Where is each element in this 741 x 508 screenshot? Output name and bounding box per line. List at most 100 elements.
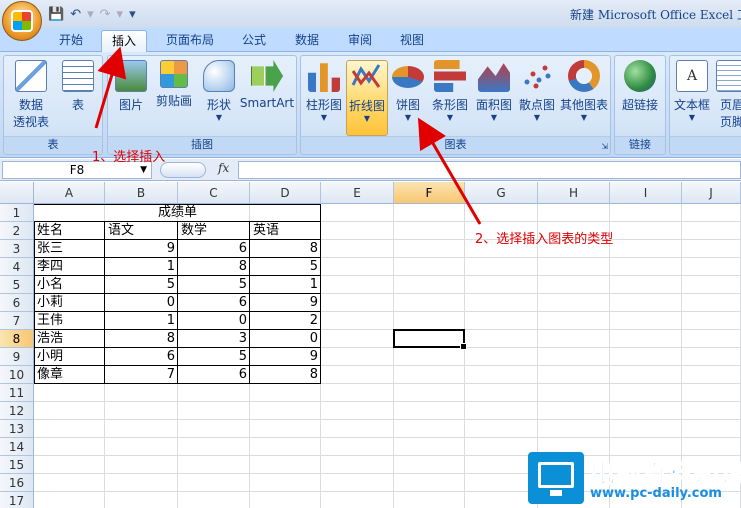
tab-review[interactable]: 审阅 bbox=[338, 30, 382, 52]
column-header-h[interactable]: H bbox=[538, 182, 610, 204]
row-header-1[interactable]: 1 bbox=[0, 204, 34, 222]
tab-insert[interactable]: 插入 bbox=[101, 30, 147, 52]
scatter-chart-button[interactable]: 散点图 ▼ bbox=[516, 60, 558, 132]
line-chart-button[interactable]: 折线图 ▼ bbox=[346, 60, 388, 136]
tab-formulas[interactable]: 公式 bbox=[232, 30, 276, 52]
score-cell[interactable]: 8 bbox=[250, 240, 321, 258]
column-header-b[interactable]: B bbox=[105, 182, 178, 204]
redo-icon[interactable]: ↷ bbox=[100, 7, 111, 22]
score-cell[interactable]: 9 bbox=[250, 348, 321, 366]
name-cell[interactable]: 小名 bbox=[34, 276, 105, 294]
hyperlink-button[interactable]: 超链接 bbox=[617, 60, 663, 132]
score-cell[interactable]: 5 bbox=[105, 276, 178, 294]
column-header-e[interactable]: E bbox=[321, 182, 394, 204]
area-chart-button[interactable]: 面积图 ▼ bbox=[473, 60, 515, 132]
score-cell[interactable]: 1 bbox=[105, 312, 178, 330]
smartart-button[interactable]: SmartArt bbox=[238, 60, 296, 132]
table-button[interactable]: 表 bbox=[58, 60, 98, 132]
row-header-10[interactable]: 10 bbox=[0, 366, 34, 384]
score-cell[interactable]: 8 bbox=[105, 330, 178, 348]
table-header-cell[interactable]: 英语 bbox=[250, 222, 321, 240]
dialog-launcher-icon[interactable]: ⇲ bbox=[601, 142, 608, 151]
table-title-cell[interactable]: 成绩单 bbox=[34, 204, 321, 222]
tab-home[interactable]: 开始 bbox=[48, 30, 94, 52]
tab-view[interactable]: 视图 bbox=[390, 30, 434, 52]
column-header-c[interactable]: C bbox=[178, 182, 250, 204]
header-footer-button[interactable]: 页眉 页脚 bbox=[714, 60, 741, 132]
score-cell[interactable]: 6 bbox=[178, 366, 250, 384]
row-header-5[interactable]: 5 bbox=[0, 276, 34, 294]
score-cell[interactable]: 6 bbox=[105, 348, 178, 366]
insert-function-icon[interactable]: fx bbox=[218, 161, 229, 175]
picture-button[interactable]: 图片 bbox=[112, 60, 150, 132]
row-header-6[interactable]: 6 bbox=[0, 294, 34, 312]
score-cell[interactable]: 5 bbox=[250, 258, 321, 276]
column-header-j[interactable]: J bbox=[682, 182, 741, 204]
column-chart-button[interactable]: 柱形图 ▼ bbox=[303, 60, 345, 132]
bar-chart-button[interactable]: 条形图 ▼ bbox=[428, 60, 472, 132]
row-header-8[interactable]: 8 bbox=[0, 330, 34, 348]
column-header-f[interactable]: F bbox=[394, 182, 465, 204]
score-cell[interactable]: 9 bbox=[250, 294, 321, 312]
office-button[interactable] bbox=[2, 1, 42, 41]
row-header-15[interactable]: 15 bbox=[0, 456, 34, 474]
row-header-17[interactable]: 17 bbox=[0, 492, 34, 508]
name-cell[interactable]: 小明 bbox=[34, 348, 105, 366]
column-header-d[interactable]: D bbox=[250, 182, 321, 204]
row-header-2[interactable]: 2 bbox=[0, 222, 34, 240]
row-header-12[interactable]: 12 bbox=[0, 402, 34, 420]
row-header-3[interactable]: 3 bbox=[0, 240, 34, 258]
row-header-9[interactable]: 9 bbox=[0, 348, 34, 366]
score-cell[interactable]: 2 bbox=[250, 312, 321, 330]
score-cell[interactable]: 6 bbox=[178, 240, 250, 258]
pie-chart-button[interactable]: 饼图 ▼ bbox=[389, 60, 427, 132]
active-cell-cursor[interactable] bbox=[393, 329, 467, 350]
score-cell[interactable]: 7 bbox=[105, 366, 178, 384]
tab-data[interactable]: 数据 bbox=[285, 30, 329, 52]
name-cell[interactable]: 小莉 bbox=[34, 294, 105, 312]
score-cell[interactable]: 0 bbox=[178, 312, 250, 330]
table-header-cell[interactable]: 语文 bbox=[105, 222, 178, 240]
column-header-a[interactable]: A bbox=[34, 182, 105, 204]
pivot-table-button[interactable]: 数据 透视表 bbox=[8, 60, 54, 132]
row-header-7[interactable]: 7 bbox=[0, 312, 34, 330]
shapes-button[interactable]: 形状 ▼ bbox=[200, 60, 238, 132]
undo-dropdown-icon[interactable]: ▾ bbox=[87, 7, 94, 22]
undo-icon[interactable]: ↶ bbox=[70, 7, 81, 22]
row-header-14[interactable]: 14 bbox=[0, 438, 34, 456]
score-cell[interactable]: 9 bbox=[105, 240, 178, 258]
column-header-i[interactable]: I bbox=[610, 182, 682, 204]
score-cell[interactable]: 8 bbox=[178, 258, 250, 276]
formula-input[interactable] bbox=[238, 161, 741, 179]
save-icon[interactable]: 💾 bbox=[48, 7, 64, 22]
row-header-13[interactable]: 13 bbox=[0, 420, 34, 438]
score-cell[interactable]: 0 bbox=[250, 330, 321, 348]
text-box-button[interactable]: A 文本框 ▼ bbox=[672, 60, 712, 132]
other-charts-button[interactable]: 其他图表 ▼ bbox=[559, 60, 609, 132]
score-cell[interactable]: 5 bbox=[178, 276, 250, 294]
clip-art-button[interactable]: 剪贴画 bbox=[152, 60, 196, 132]
score-cell[interactable]: 5 bbox=[178, 348, 250, 366]
row-header-16[interactable]: 16 bbox=[0, 474, 34, 492]
name-cell[interactable]: 李四 bbox=[34, 258, 105, 276]
name-cell[interactable]: 浩浩 bbox=[34, 330, 105, 348]
select-all-corner[interactable] bbox=[0, 182, 34, 204]
tab-page-layout[interactable]: 页面布局 bbox=[157, 30, 223, 52]
name-cell[interactable]: 王伟 bbox=[34, 312, 105, 330]
score-cell[interactable]: 6 bbox=[178, 294, 250, 312]
redo-dropdown-icon[interactable]: ▾ bbox=[117, 7, 124, 22]
score-cell[interactable]: 1 bbox=[250, 276, 321, 294]
customize-qat-icon[interactable]: ▾ bbox=[129, 7, 136, 22]
score-cell[interactable]: 0 bbox=[105, 294, 178, 312]
column-header-g[interactable]: G bbox=[465, 182, 538, 204]
score-cell[interactable]: 3 bbox=[178, 330, 250, 348]
row-header-11[interactable]: 11 bbox=[0, 384, 34, 402]
score-cell[interactable]: 8 bbox=[250, 366, 321, 384]
table-header-cell[interactable]: 姓名 bbox=[34, 222, 105, 240]
row-header-4[interactable]: 4 bbox=[0, 258, 34, 276]
formula-bar-splitter[interactable] bbox=[160, 162, 206, 178]
table-header-cell[interactable]: 数学 bbox=[178, 222, 250, 240]
score-cell[interactable]: 1 bbox=[105, 258, 178, 276]
name-cell[interactable]: 像章 bbox=[34, 366, 105, 384]
name-cell[interactable]: 张三 bbox=[34, 240, 105, 258]
